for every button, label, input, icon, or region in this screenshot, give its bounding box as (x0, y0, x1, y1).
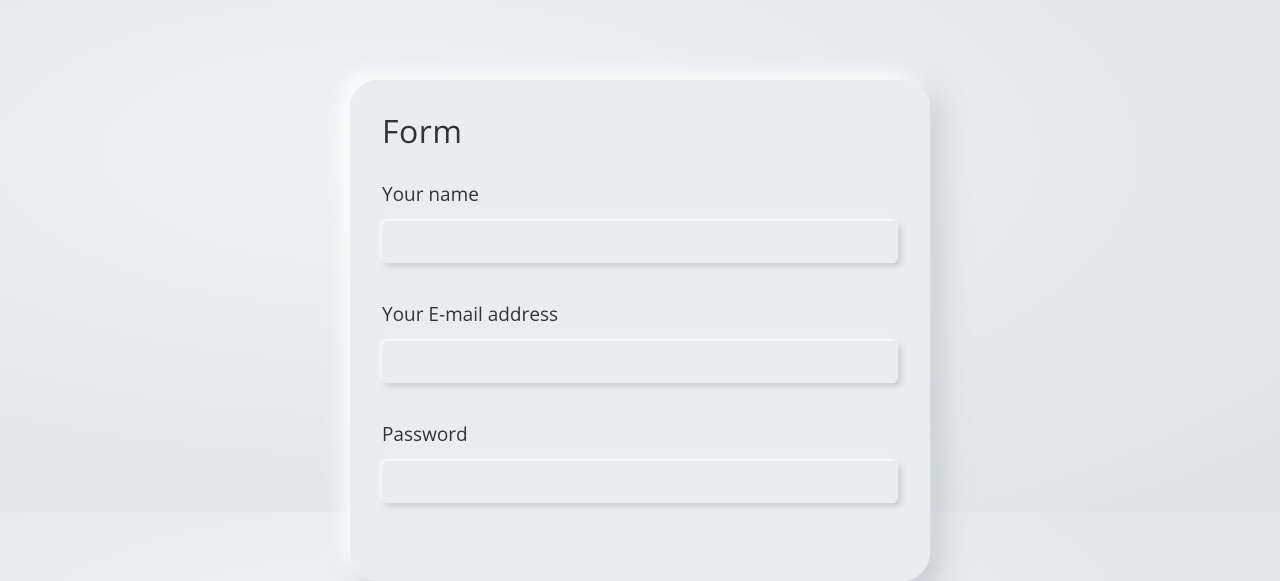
name-input[interactable] (382, 221, 898, 263)
name-label: Your name (382, 181, 898, 207)
email-label: Your E-mail address (382, 301, 898, 327)
form-card: Form Your name Your E-mail address Passw… (350, 80, 930, 581)
name-field-group: Your name (382, 181, 898, 263)
form-title: Form (382, 110, 898, 153)
password-field-group: Password (382, 421, 898, 503)
password-input[interactable] (382, 461, 898, 503)
email-field-group: Your E-mail address (382, 301, 898, 383)
password-label: Password (382, 421, 898, 447)
email-input[interactable] (382, 341, 898, 383)
